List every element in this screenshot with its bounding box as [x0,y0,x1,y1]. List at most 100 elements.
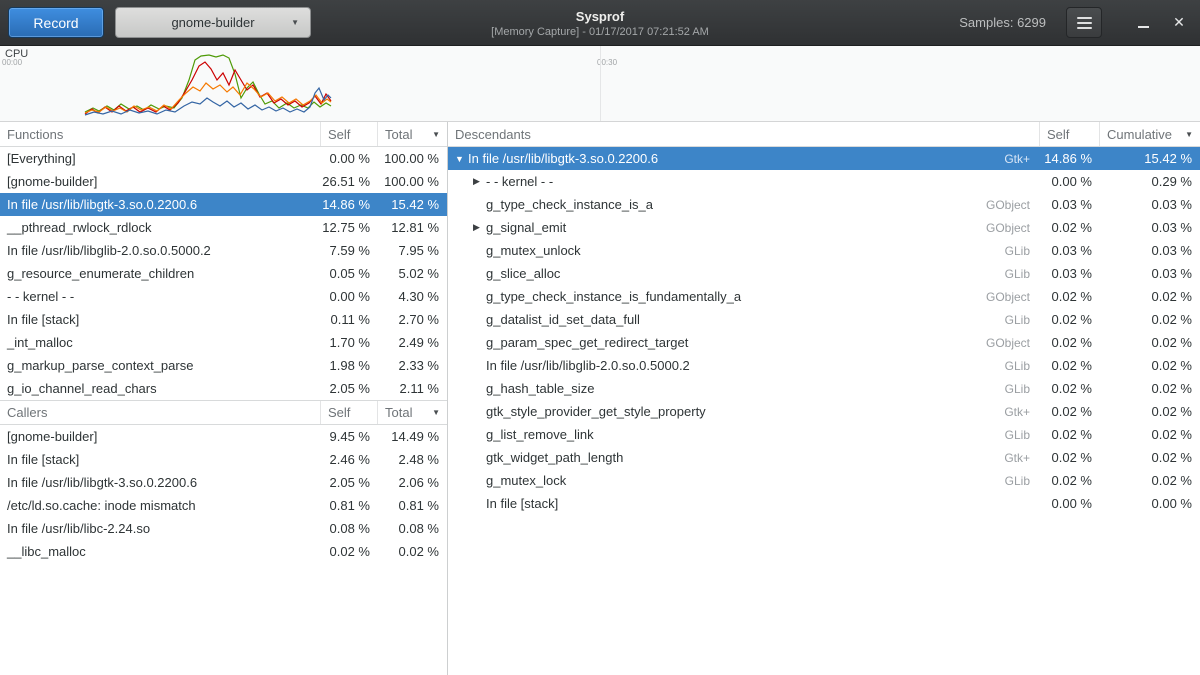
function-name-label: g_datalist_id_set_data_full [486,312,640,327]
library-badge: GObject [986,290,1040,304]
self-percent-cell: 0.03 % [1040,197,1100,212]
descendants-header-row: Descendants Self Cumulative ▼ [448,122,1200,147]
self-percent-cell: 0.02 % [1040,404,1100,419]
cpu-red-line [85,62,331,114]
function-name-label: g_slice_alloc [486,266,560,281]
self-percent-cell: 2.05 % [321,475,378,490]
function-name-cell: g_mutex_unlock GLib [448,243,1040,258]
library-badge: Gtk+ [1004,451,1040,465]
function-name-label: g_mutex_unlock [486,243,581,258]
self-percent-cell: 26.51 % [321,174,378,189]
function-name-cell: [Everything] [0,151,321,166]
callers-table: [gnome-builder] 9.45 % 14.49 % In file [… [0,425,447,563]
table-row[interactable]: In file /usr/lib/libgtk-3.so.0.2200.6 14… [0,193,447,216]
table-row[interactable]: [gnome-builder] 26.51 % 100.00 % [0,170,447,193]
function-name-label: g_param_spec_get_redirect_target [486,335,688,350]
column-header-self[interactable]: Self [1040,122,1100,146]
self-percent-cell: 0.00 % [321,151,378,166]
tree-row[interactable]: g_list_remove_link GLib 0.02 % 0.02 % [448,423,1200,446]
expander-icon[interactable]: ▶ [473,222,486,233]
column-header-functions[interactable]: Functions [0,122,321,146]
descendants-table: ▼ In file /usr/lib/libgtk-3.so.0.2200.6 … [448,147,1200,515]
column-header-cumulative[interactable]: Cumulative ▼ [1100,122,1200,146]
tree-row[interactable]: gtk_style_provider_get_style_property Gt… [448,400,1200,423]
table-row[interactable]: _int_malloc 1.70 % 2.49 % [0,331,447,354]
table-row[interactable]: __pthread_rwlock_rdlock 12.75 % 12.81 % [0,216,447,239]
table-row[interactable]: /etc/ld.so.cache: inode mismatch 0.81 % … [0,494,447,517]
total-percent-cell: 2.33 % [378,358,447,373]
self-percent-cell: 0.02 % [1040,289,1100,304]
self-percent-cell: 1.98 % [321,358,378,373]
self-percent-cell: 0.00 % [1040,496,1100,511]
column-header-callers[interactable]: Callers [0,401,321,424]
tree-row[interactable]: g_datalist_id_set_data_full GLib 0.02 % … [448,308,1200,331]
function-name-cell: g_mutex_lock GLib [448,473,1040,488]
column-header-self[interactable]: Self [321,122,378,146]
tree-row[interactable]: ▶ - - kernel - - 0.00 % 0.29 % [448,170,1200,193]
function-name-label: gtk_style_provider_get_style_property [486,404,706,419]
expander-icon[interactable]: ▼ [455,154,468,164]
table-row[interactable]: - - kernel - - 0.00 % 4.30 % [0,285,447,308]
function-name-cell: g_param_spec_get_redirect_target GObject [448,335,1040,350]
self-percent-cell: 0.03 % [1040,243,1100,258]
self-percent-cell: 0.02 % [1040,220,1100,235]
tree-row[interactable]: g_mutex_unlock GLib 0.03 % 0.03 % [448,239,1200,262]
function-name-label: g_list_remove_link [486,427,594,442]
table-row[interactable]: g_markup_parse_context_parse 1.98 % 2.33… [0,354,447,377]
function-name-cell: _int_malloc [0,335,321,350]
expander-icon[interactable]: ▶ [473,176,486,187]
function-name-cell: - - kernel - - [0,289,321,304]
tree-row[interactable]: ▶ g_signal_emit GObject 0.02 % 0.03 % [448,216,1200,239]
self-percent-cell: 0.02 % [1040,473,1100,488]
self-percent-cell: 1.70 % [321,335,378,350]
table-row[interactable]: In file /usr/lib/libgtk-3.so.0.2200.6 2.… [0,471,447,494]
minimize-button[interactable] [1130,10,1156,36]
total-percent-cell: 100.00 % [378,174,447,189]
cumulative-percent-cell: 0.03 % [1100,266,1200,281]
tree-row[interactable]: gtk_widget_path_length Gtk+ 0.02 % 0.02 … [448,446,1200,469]
total-percent-cell: 2.48 % [378,452,447,467]
table-row[interactable]: In file [stack] 0.11 % 2.70 % [0,308,447,331]
tree-row[interactable]: In file [stack] 0.00 % 0.00 % [448,492,1200,515]
tree-row[interactable]: ▼ In file /usr/lib/libgtk-3.so.0.2200.6 … [448,147,1200,170]
process-selector-label: gnome-builder [171,15,254,30]
tree-row[interactable]: g_hash_table_size GLib 0.02 % 0.02 % [448,377,1200,400]
tree-row[interactable]: g_param_spec_get_redirect_target GObject… [448,331,1200,354]
cpu-timeline-graph[interactable]: CPU 00:00 00:30 [0,46,1200,122]
table-row[interactable]: In file [stack] 2.46 % 2.48 % [0,448,447,471]
callers-header-row: Callers Self Total ▼ [0,400,447,425]
table-row[interactable]: In file /usr/lib/libc-2.24.so 0.08 % 0.0… [0,517,447,540]
function-name-cell: In file /usr/lib/libglib-2.0.so.0.5000.2 [0,243,321,258]
process-selector-dropdown[interactable]: gnome-builder ▼ [115,7,311,38]
tree-row[interactable]: g_slice_alloc GLib 0.03 % 0.03 % [448,262,1200,285]
tree-row[interactable]: g_type_check_instance_is_a GObject 0.03 … [448,193,1200,216]
column-header-total[interactable]: Total ▼ [378,122,447,146]
sort-indicator-icon: ▼ [432,408,440,417]
function-name-cell: [gnome-builder] [0,174,321,189]
table-row[interactable]: g_resource_enumerate_children 0.05 % 5.0… [0,262,447,285]
menu-button[interactable] [1066,7,1102,38]
app-title: Sysprof [576,9,624,24]
table-row[interactable]: __libc_malloc 0.02 % 0.02 % [0,540,447,563]
function-name-label: In file [stack] [486,496,558,511]
table-row[interactable]: [gnome-builder] 9.45 % 14.49 % [0,425,447,448]
library-badge: GLib [1005,382,1040,396]
column-header-self[interactable]: Self [321,401,378,424]
self-percent-cell: 14.86 % [321,197,378,212]
cumulative-percent-cell: 0.02 % [1100,289,1200,304]
table-row[interactable]: g_io_channel_read_chars 2.05 % 2.11 % [0,377,447,400]
tree-row[interactable]: g_type_check_instance_is_fundamentally_a… [448,285,1200,308]
total-percent-cell: 14.49 % [378,429,447,444]
hamburger-icon [1077,17,1092,19]
library-badge: GLib [1005,474,1040,488]
table-row[interactable]: [Everything] 0.00 % 100.00 % [0,147,447,170]
column-header-descendants[interactable]: Descendants [448,122,1040,146]
self-percent-cell: 0.03 % [1040,266,1100,281]
library-badge: GObject [986,198,1040,212]
close-button[interactable]: ✕ [1166,10,1192,36]
tree-row[interactable]: g_mutex_lock GLib 0.02 % 0.02 % [448,469,1200,492]
record-button[interactable]: Record [8,7,104,38]
table-row[interactable]: In file /usr/lib/libglib-2.0.so.0.5000.2… [0,239,447,262]
tree-row[interactable]: In file /usr/lib/libglib-2.0.so.0.5000.2… [448,354,1200,377]
column-header-total[interactable]: Total ▼ [378,401,447,424]
